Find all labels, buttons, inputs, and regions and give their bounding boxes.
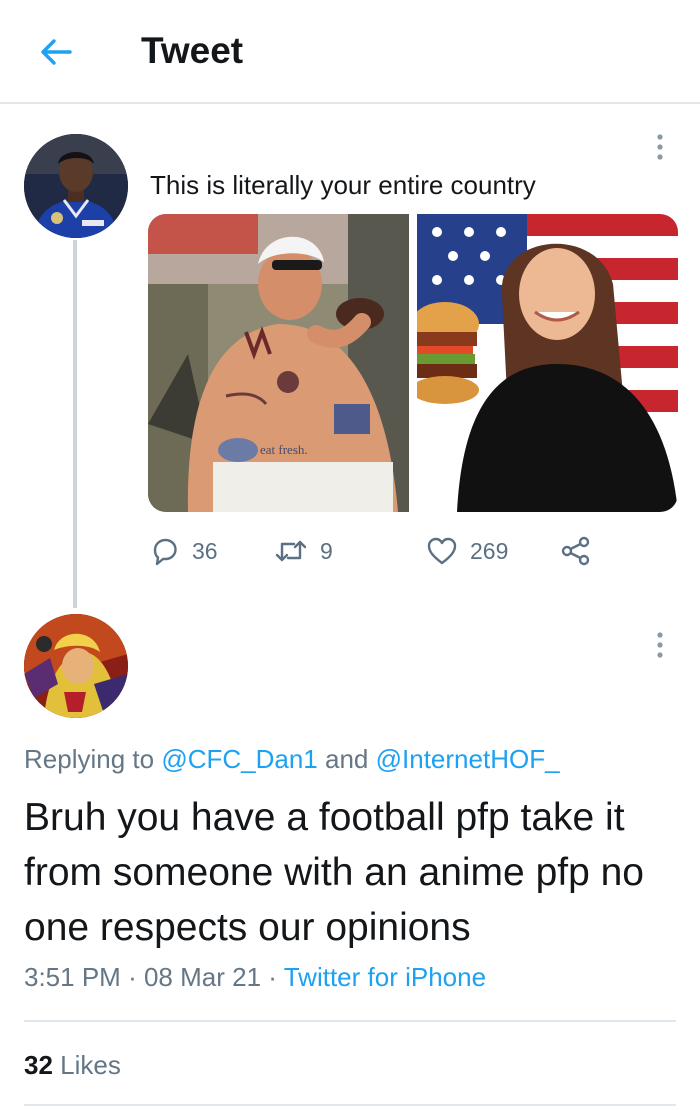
thread-connector-line <box>73 240 77 608</box>
tweet-date: 08 Mar 21 <box>143 962 262 992</box>
avatar[interactable] <box>24 614 128 718</box>
reply-button[interactable]: 36 <box>150 534 218 568</box>
tweet-timestamp-line: 3:51 PM · 08 Mar 21 · Twitter for iPhone <box>24 962 486 993</box>
retweet-button[interactable]: 9 <box>274 534 333 568</box>
tweet-media-grid[interactable]: eat fresh. <box>148 214 678 512</box>
divider <box>24 1020 676 1022</box>
retweet-icon <box>275 540 307 562</box>
heart-icon <box>427 537 457 565</box>
tweet-source-link[interactable]: Twitter for iPhone <box>284 962 486 992</box>
like-button[interactable]: 269 <box>426 534 508 568</box>
tweet-actions-bar: 36 9 269 <box>150 534 680 568</box>
likes-count: 32 <box>24 1050 53 1080</box>
more-options-icon[interactable] <box>650 630 670 660</box>
arrow-left-icon[interactable] <box>36 32 76 72</box>
tweet-text: This is literally your entire country <box>150 170 536 200</box>
share-button[interactable] <box>560 534 592 568</box>
divider <box>24 1104 676 1106</box>
mention-link[interactable]: @InternetHOF_ <box>376 744 560 774</box>
page-title: Tweet <box>141 30 244 71</box>
reply-count: 36 <box>192 537 218 564</box>
photo-woman-with-burger-and-us-flag[interactable] <box>417 214 678 512</box>
separator-dot: · <box>268 962 277 992</box>
reply-icon <box>153 538 177 566</box>
replying-prefix: Replying to <box>24 744 155 774</box>
avatar[interactable] <box>24 134 128 238</box>
replying-to-line: Replying to @CFC_Dan1 and @InternetHOF_ <box>24 744 560 775</box>
likes-label: Likes <box>60 1050 121 1080</box>
tattoo-caption: eat fresh. <box>260 442 308 457</box>
likes-summary[interactable]: 32 Likes <box>24 1050 121 1081</box>
reply-text: Bruh you have a football pfp take it fro… <box>24 796 645 949</box>
header-bar: Tweet <box>0 0 700 104</box>
photo-man-with-fast-food-tattoos[interactable]: eat fresh. <box>148 214 409 512</box>
like-count: 269 <box>470 537 509 564</box>
tweet-time: 3:51 PM <box>24 962 121 992</box>
replying-conjunction: and <box>325 744 369 774</box>
retweet-count: 9 <box>320 537 333 564</box>
share-icon <box>561 536 590 566</box>
mention-link[interactable]: @CFC_Dan1 <box>161 744 317 774</box>
more-options-icon[interactable] <box>650 132 670 162</box>
separator-dot: · <box>128 962 137 992</box>
